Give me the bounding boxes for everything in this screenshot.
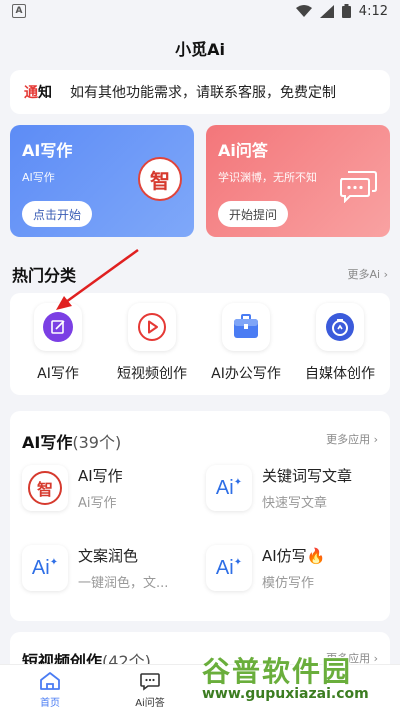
hot-item-short-video[interactable]: 短视频创作 [112,303,192,383]
ai-sparkle-icon: Ai ✦ [206,465,252,511]
card-title: Ai问答 [218,141,268,160]
ai-writing-card[interactable]: AI写作 AI写作 智 点击开始 [10,125,194,237]
notice-bar[interactable]: 通 知 如有其他功能需求，请联系客服，免费定制 [10,70,390,114]
notice-tag-second: 知 [38,85,52,101]
app-desc: 一键润色，文... [78,576,169,591]
briefcase-icon [222,303,270,351]
chat-icon [140,673,160,691]
watermark-title: 谷普软件园 [202,655,353,688]
fire-icon: 🔥 [306,547,326,565]
page-title: 小觅Ai [175,40,225,59]
hot-item-label: 短视频创作 [117,366,187,382]
ai-qa-card[interactable]: Ai问答 学识渊博，无所不知 开始提问 [206,125,390,237]
app-name: AI写作 [78,467,123,485]
battery-icon [341,4,351,18]
play-icon [128,303,176,351]
media-icon [316,303,364,351]
chevron-right-icon: › [383,268,388,281]
more-ai-link[interactable]: 更多Ai › [348,266,389,282]
app-notification-icon: A [12,4,26,18]
hot-item-label: AI写作 [37,366,79,382]
more-apps-label: 更多应用 [326,433,371,446]
ai-writing-panel: AI写作(39个) 更多应用 › 智 AI写作 Ai写作 Ai ✦ 关键词写文章 … [10,411,390,621]
hot-item-office-writing[interactable]: AI办公写作 [206,303,286,383]
app-name: 文案润色 [78,547,139,565]
app-name: AI仿写🔥 [262,545,325,566]
signal-icon [319,4,334,18]
notice-text: 如有其他功能需求，请联系客服，免费定制 [70,85,336,101]
ai-glyph: Ai [31,556,50,579]
tab-home[interactable]: 首页 [20,671,80,709]
more-apps-link[interactable]: 更多应用 › [326,431,378,447]
app-ai-imitate[interactable]: Ai ✦ AI仿写🔥 模仿写作 [206,545,386,605]
ai-glyph: Ai [215,556,234,579]
hot-categories-title: 热门分类 [12,266,77,285]
zhi-logo-icon: 智 [138,157,182,201]
status-bar: A 4:12 [0,0,400,22]
hot-item-label: AI办公写作 [211,366,281,382]
start-writing-button[interactable]: 点击开始 [22,201,93,227]
chat-bubble-icon [340,171,377,203]
edit-icon [34,303,82,351]
home-icon [40,672,60,690]
wifi-icon [295,5,312,17]
tab-ai-qa[interactable]: Ai问答 [120,671,180,709]
app-desc: 快速写文章 [262,496,328,511]
app-keyword-article[interactable]: Ai ✦ 关键词写文章 快速写文章 [206,465,386,525]
ai-glyph: Ai [215,476,234,499]
app-ai-writing[interactable]: 智 AI写作 Ai写作 [22,465,202,525]
notice-tag-first: 通 [24,85,38,101]
zhi-logo-icon: 智 [22,465,68,511]
ai-sparkle-icon: Ai ✦ [22,545,68,591]
start-asking-button[interactable]: 开始提问 [218,201,289,227]
app-desc: 模仿写作 [262,576,315,591]
chevron-right-icon: › [373,433,378,446]
watermark-logo: 谷普软件园 www.gupuxiazai.com [202,650,392,710]
hot-item-ai-writing[interactable]: AI写作 [18,303,98,383]
hot-item-label: 自媒体创作 [305,366,375,382]
app-desc: Ai写作 [78,496,117,511]
tab-label: 首页 [40,698,60,709]
hot-item-self-media[interactable]: 自媒体创作 [300,303,380,383]
watermark-url: www.gupuxiazai.com [202,686,369,702]
app-copy-polish[interactable]: Ai ✦ 文案润色 一键润色，文... [22,545,202,605]
ai-sparkle-icon: Ai ✦ [206,545,252,591]
writing-section-title: AI写作(39个) [22,429,121,453]
hot-categories-panel: AI写作 短视频创作 AI办公写作 自媒体创作 [10,293,390,395]
zhi-badge: 智 [28,471,62,505]
writing-title: AI写作 [22,433,73,452]
app-name: 关键词写文章 [262,467,353,485]
clock-time: 4:12 [358,3,388,19]
more-ai-label: 更多Ai [347,268,381,281]
tab-label: Ai问答 [135,698,165,709]
writing-count: (39个) [72,433,122,452]
app-name-text: AI仿写 [262,547,307,565]
